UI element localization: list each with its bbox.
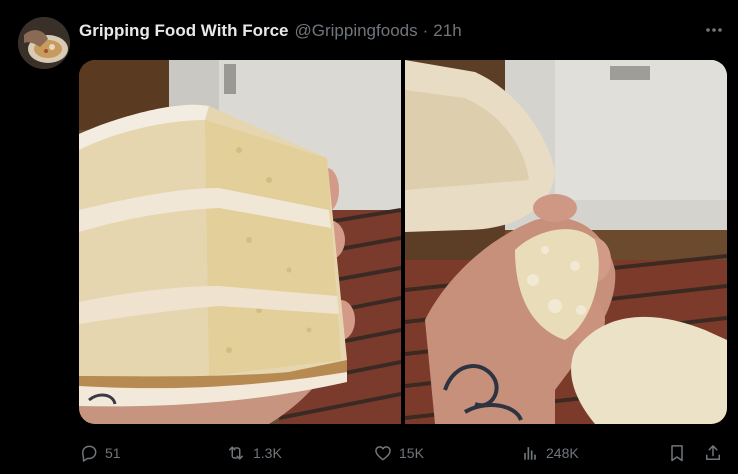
action-bar: 51 1.3K 15K 248K	[79, 438, 727, 468]
photo-cake-slice[interactable]	[79, 60, 401, 424]
bookmark-icon	[671, 445, 683, 462]
reply-count: 51	[105, 445, 121, 461]
tweet-header: Gripping Food With Force @Grippingfoods …	[79, 18, 462, 44]
more-horizontal-icon	[706, 28, 722, 32]
user-handle[interactable]: @Grippingfoods	[295, 21, 418, 41]
avatar-image	[18, 17, 70, 69]
bookmark-button[interactable]	[667, 438, 687, 468]
cake-slice-image	[79, 60, 401, 424]
tweet: Gripping Food With Force @Grippingfoods …	[0, 0, 738, 474]
crushed-cake-image	[405, 60, 727, 424]
views-count: 248K	[546, 445, 579, 461]
share-button[interactable]	[703, 438, 723, 468]
like-button[interactable]: 15K	[373, 438, 424, 468]
like-count: 15K	[399, 445, 424, 461]
separator-dot: ·	[422, 21, 429, 40]
repost-count: 1.3K	[253, 445, 282, 461]
reply-icon	[82, 445, 97, 462]
avatar[interactable]	[18, 17, 70, 69]
photo-crushed-cake[interactable]	[405, 60, 727, 424]
views-button[interactable]: 248K	[520, 438, 579, 468]
media-grid	[79, 60, 727, 424]
share-icon	[706, 445, 720, 460]
timestamp[interactable]: 21h	[433, 21, 461, 41]
more-options-button[interactable]	[700, 16, 728, 44]
reply-button[interactable]: 51	[79, 438, 121, 468]
repost-button[interactable]: 1.3K	[225, 438, 282, 468]
views-chart-icon	[524, 447, 536, 460]
repost-icon	[229, 446, 243, 460]
display-name[interactable]: Gripping Food With Force	[79, 21, 289, 41]
heart-icon	[375, 446, 391, 461]
